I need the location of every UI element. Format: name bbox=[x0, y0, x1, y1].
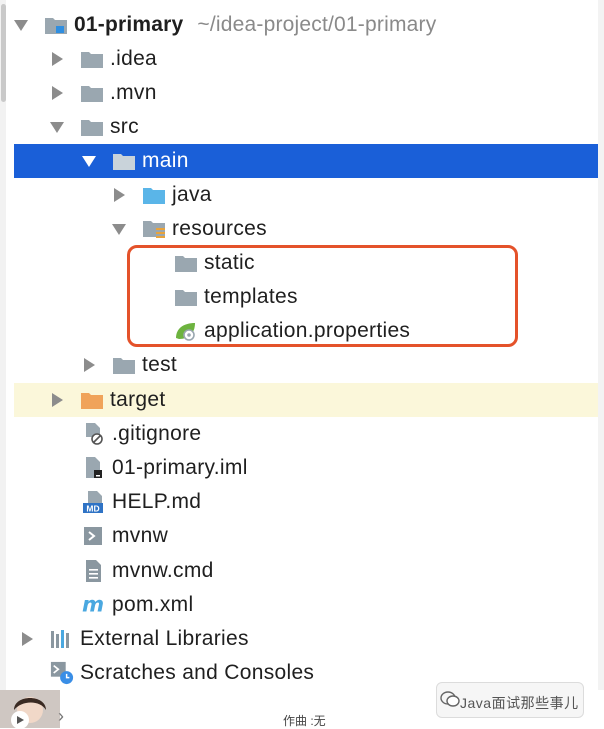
chevron-down-icon[interactable] bbox=[112, 223, 126, 235]
folder-icon bbox=[112, 354, 136, 376]
chevron-right-icon[interactable] bbox=[50, 393, 64, 407]
tree-item-help-md[interactable]: MD HELP.md bbox=[14, 485, 598, 519]
md-badge: MD bbox=[86, 504, 99, 514]
panel-right-edge bbox=[598, 0, 604, 728]
chevron-down-icon[interactable] bbox=[50, 121, 64, 133]
module-folder-icon bbox=[44, 14, 68, 36]
watermark-text: Java面试那些事儿 bbox=[460, 695, 579, 711]
excluded-folder-icon bbox=[80, 389, 104, 411]
shell-script-icon bbox=[82, 525, 106, 547]
tree-item-mvn[interactable]: .mvn bbox=[14, 76, 598, 110]
folder-icon bbox=[80, 48, 104, 70]
tree-item-pom-xml[interactable]: m pom.xml bbox=[14, 588, 598, 622]
tree-item-label: java bbox=[172, 183, 212, 206]
tree-item-iml[interactable]: 01-primary.iml bbox=[14, 451, 598, 485]
maven-icon: m bbox=[82, 593, 106, 617]
tree-item-label: Scratches and Consoles bbox=[80, 661, 315, 684]
scrollbar-thumb[interactable] bbox=[1, 4, 6, 102]
chevron-down-icon[interactable] bbox=[14, 19, 28, 31]
chevron-right-icon[interactable]: › bbox=[58, 706, 64, 727]
resources-folder-icon bbox=[142, 218, 166, 240]
chevron-right-icon[interactable] bbox=[82, 358, 96, 372]
tree-item-java[interactable]: java bbox=[14, 178, 598, 212]
project-tree-panel: 01-primary ~/idea-project/01-primary .id… bbox=[0, 0, 600, 728]
tree-item-label: .idea bbox=[110, 47, 158, 70]
folder-icon bbox=[80, 82, 104, 104]
avatar[interactable] bbox=[0, 690, 60, 728]
tree-item-label: .gitignore bbox=[112, 422, 202, 445]
tree-item-label: 01-primary.iml bbox=[112, 456, 248, 479]
libraries-icon bbox=[50, 628, 74, 650]
markdown-file-icon: MD bbox=[82, 491, 106, 514]
project-name: 01-primary bbox=[74, 13, 184, 36]
music-caption: 作曲 :无 bbox=[283, 714, 326, 728]
ignore-file-icon bbox=[82, 423, 106, 445]
tree-item-resources[interactable]: resources bbox=[14, 212, 598, 246]
tree-item-gitignore[interactable]: .gitignore bbox=[14, 417, 598, 451]
folder-icon bbox=[80, 116, 104, 138]
source-folder-icon bbox=[112, 150, 136, 172]
tree-item-label: External Libraries bbox=[80, 627, 249, 650]
tree-item-mvnw[interactable]: mvnw bbox=[14, 519, 598, 553]
tree-item-label: HELP.md bbox=[112, 490, 202, 513]
tree-item-main[interactable]: main bbox=[14, 144, 598, 178]
chevron-right-icon[interactable] bbox=[20, 632, 34, 646]
iml-file-icon bbox=[82, 457, 106, 479]
chevron-right-icon[interactable] bbox=[50, 52, 64, 66]
vertical-scrollbar[interactable] bbox=[0, 0, 6, 728]
text-file-icon bbox=[82, 560, 106, 582]
tree-item-idea[interactable]: .idea bbox=[14, 42, 598, 76]
chevron-right-icon[interactable] bbox=[50, 86, 64, 100]
java-source-folder-icon bbox=[142, 184, 166, 206]
chevron-down-icon[interactable] bbox=[82, 155, 96, 167]
tree-item-src[interactable]: src bbox=[14, 110, 598, 144]
tree-item-label: pom.xml bbox=[112, 593, 194, 616]
annotation-highlight-box bbox=[127, 245, 518, 347]
tree-item-label: target bbox=[110, 388, 166, 411]
scratches-icon bbox=[50, 661, 74, 685]
tree-item-mvnw-cmd[interactable]: mvnw.cmd bbox=[14, 554, 598, 588]
wechat-icon bbox=[440, 690, 460, 713]
tree-item-label: src bbox=[110, 115, 139, 138]
tree-item-label: resources bbox=[172, 217, 267, 240]
tree-root-01-primary[interactable]: 01-primary ~/idea-project/01-primary bbox=[14, 8, 598, 42]
tree-item-external-libraries[interactable]: External Libraries bbox=[14, 622, 598, 656]
chevron-right-icon[interactable] bbox=[112, 188, 126, 202]
tree-item-label: test bbox=[142, 353, 178, 376]
tree-item-label: .mvn bbox=[110, 81, 157, 104]
tree-item-label: mvnw.cmd bbox=[112, 559, 214, 582]
tree-item-target[interactable]: target bbox=[14, 383, 598, 417]
maven-glyph: m bbox=[82, 593, 104, 617]
tree-item-label: mvnw bbox=[112, 524, 169, 547]
tree-item-test[interactable]: test bbox=[14, 348, 598, 382]
project-path: ~/idea-project/01-primary bbox=[197, 13, 437, 36]
tree-item-label: main bbox=[142, 149, 189, 172]
